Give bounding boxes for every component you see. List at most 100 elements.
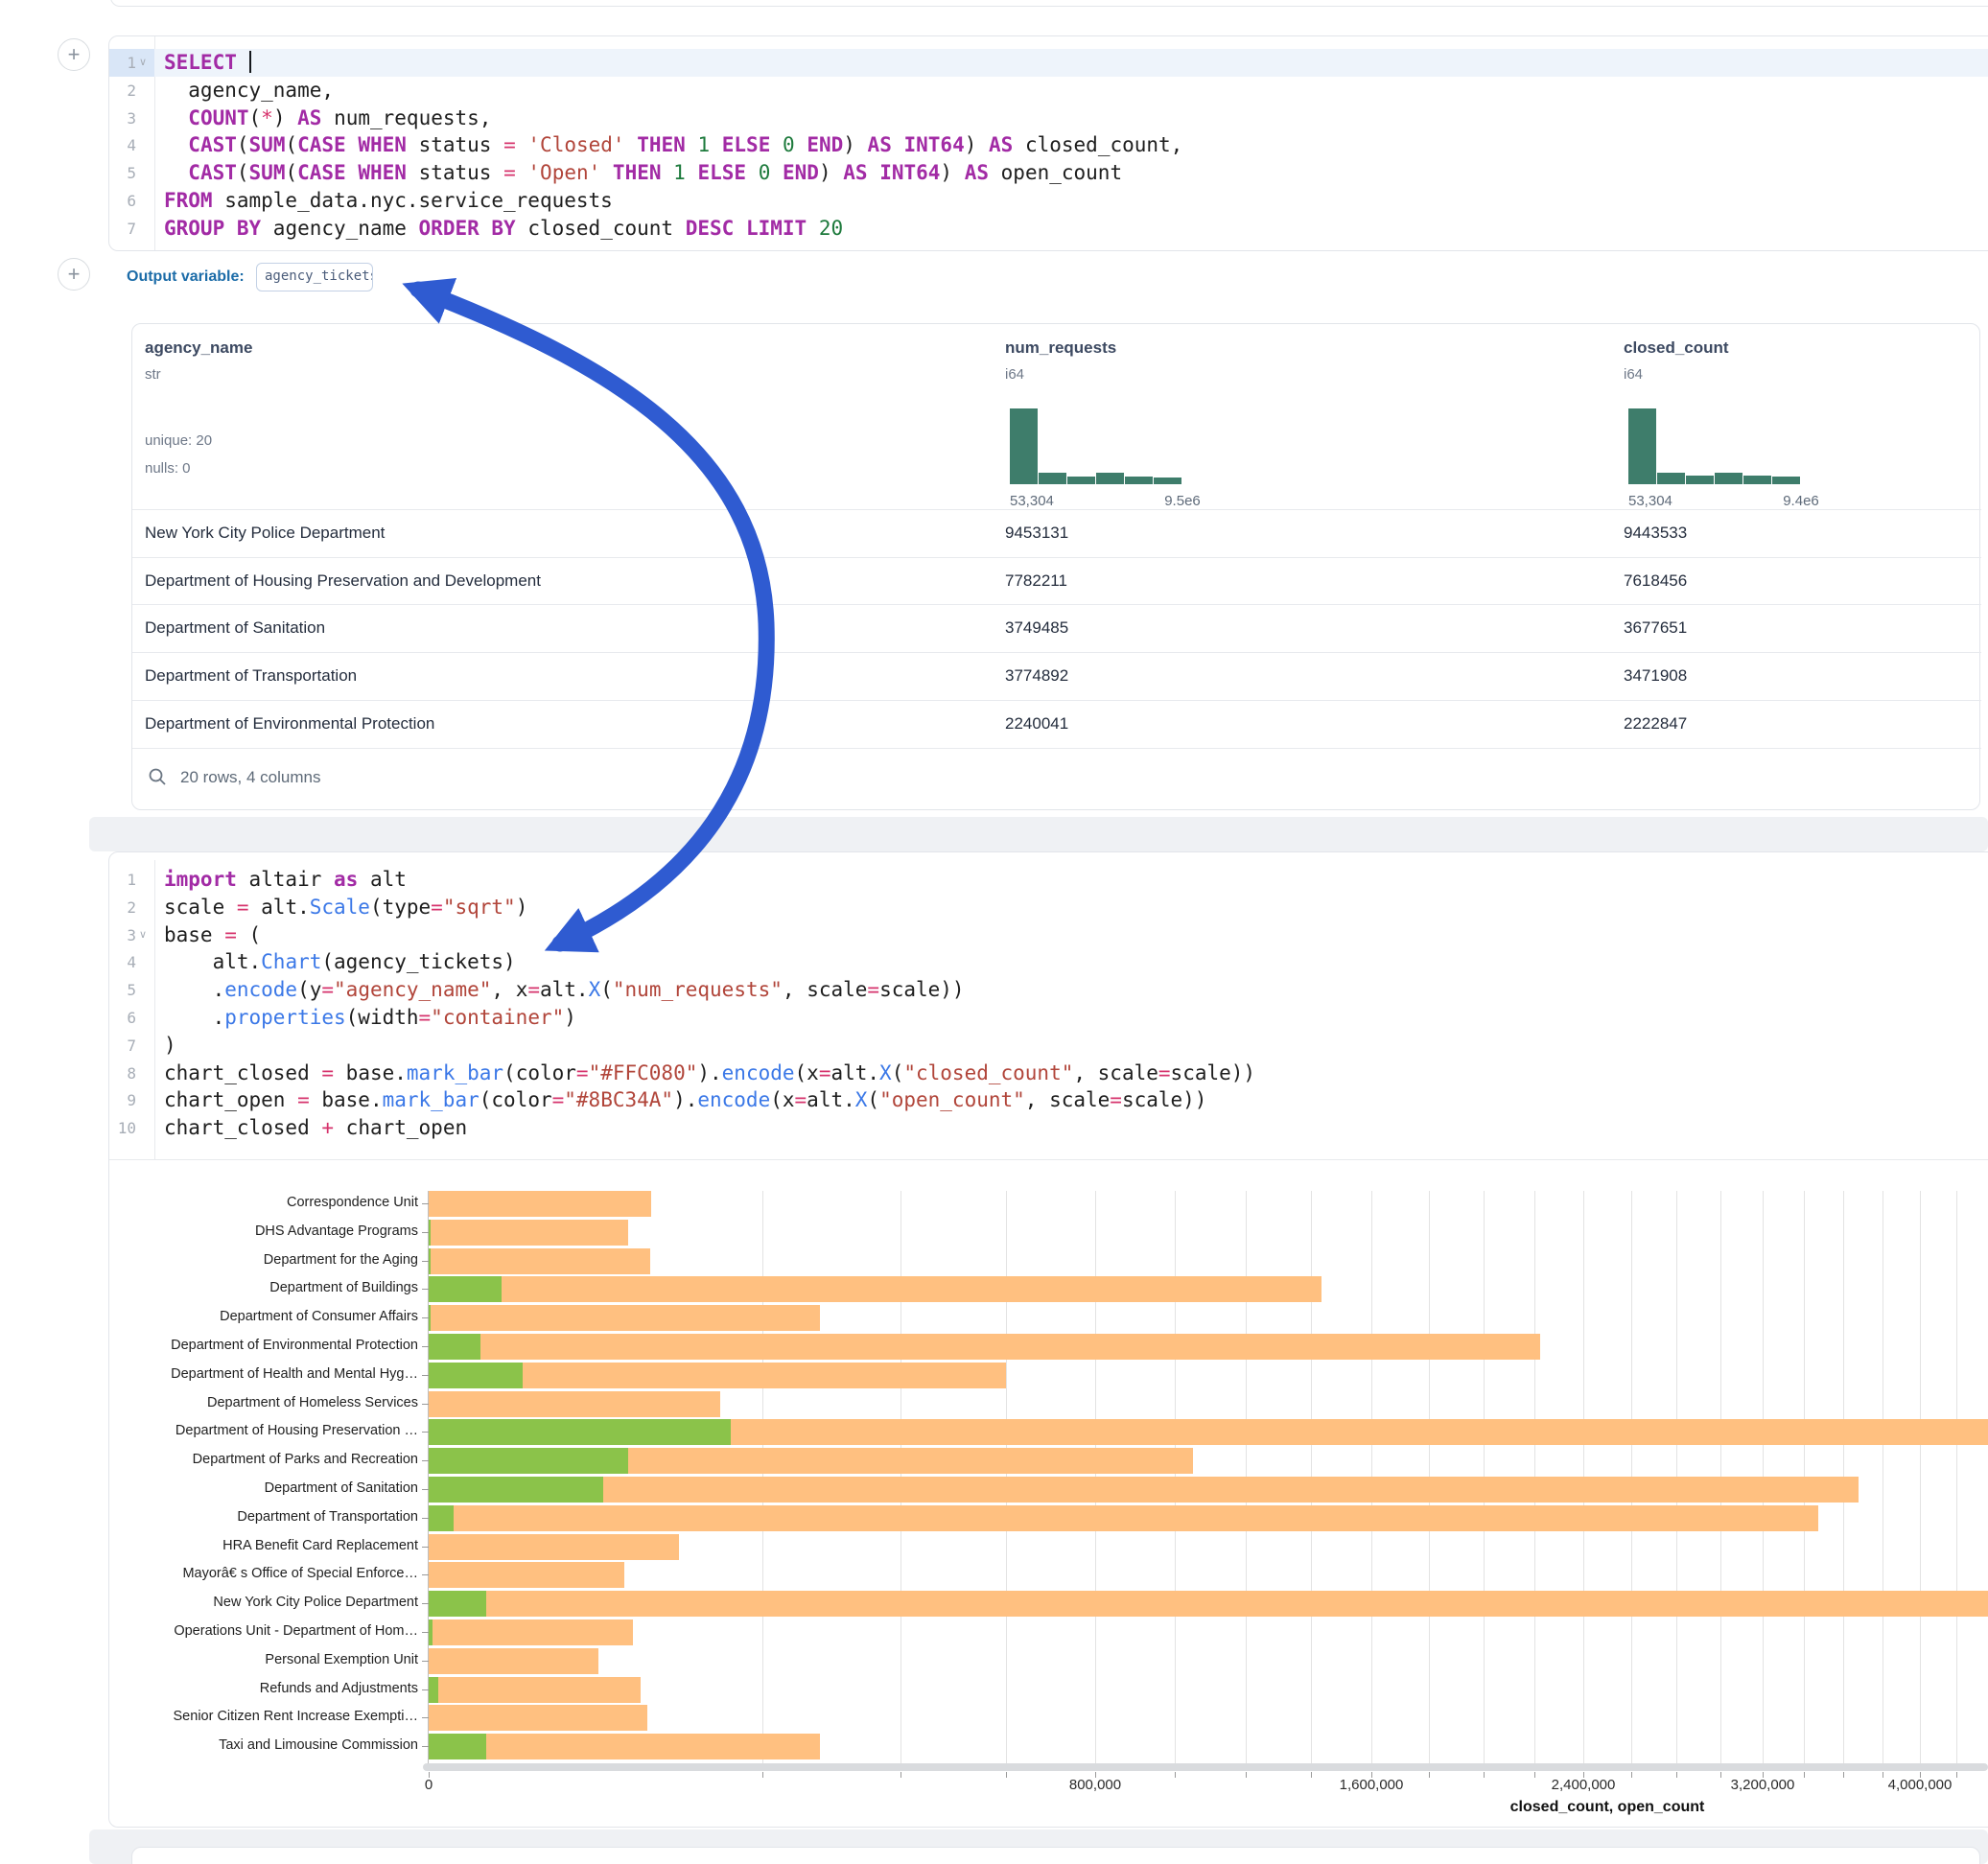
code-token: =	[419, 1006, 432, 1029]
code-token: =	[527, 978, 540, 1001]
code-token: ORDER BY	[419, 217, 516, 240]
search-icon[interactable]	[148, 767, 167, 786]
output-variable-pill[interactable]: agency_tickets	[256, 263, 373, 291]
code-token: status	[407, 161, 503, 184]
fold-chevron-icon[interactable]: ∨	[139, 921, 147, 949]
code-text: CAST(SUM(CASE WHEN status = 'Open' THEN …	[164, 159, 1122, 187]
table-cell: Department of Sanitation	[145, 604, 325, 652]
code-token: THEN	[613, 161, 662, 184]
y-axis-label: Correspondence Unit	[96, 1195, 418, 1210]
x-tick	[1676, 1772, 1677, 1778]
notebook-canvas: + + 1∨SELECT 2 agency_name,3 COUNT(*) AS…	[0, 0, 1988, 1864]
code-token: encode	[224, 978, 297, 1001]
line-number: 6	[109, 1004, 136, 1032]
closed-bar	[429, 1276, 1321, 1302]
x-axis-label: 1,600,000	[1304, 1777, 1438, 1793]
y-axis-label: Department of Consumer Affairs	[96, 1309, 418, 1324]
horizontal-scrollbar[interactable]	[423, 1763, 1988, 1771]
code-token: THEN	[637, 133, 686, 156]
code-line: 6 .properties(width="container")	[109, 1004, 1988, 1032]
x-tick	[1484, 1772, 1485, 1778]
code-token	[892, 133, 904, 156]
code-token: (	[237, 161, 249, 184]
code-token: )	[819, 161, 843, 184]
closed-bar	[429, 1705, 647, 1731]
closed-bar	[429, 1191, 651, 1217]
output-variable-label: Output variable:	[127, 268, 245, 286]
code-token: CASE	[297, 133, 346, 156]
y-axis-label: Operations Unit - Department of Hom…	[96, 1623, 418, 1639]
code-line: 1∨SELECT	[109, 49, 1988, 77]
code-token: (	[892, 1061, 904, 1084]
table-cell: 2222847	[1624, 700, 1687, 748]
column-header[interactable]: closed_count	[1624, 338, 1729, 358]
code-token: (y	[297, 978, 321, 1001]
code-line: 9chart_open = base.mark_bar(color="#8BC3…	[109, 1086, 1988, 1114]
code-token: (	[285, 133, 297, 156]
code-token	[770, 161, 783, 184]
code-token: )	[564, 1006, 576, 1029]
cell-gap-band	[89, 817, 1988, 851]
closed-bar	[429, 1477, 1859, 1503]
fold-chevron-icon[interactable]: ∨	[139, 49, 147, 77]
code-token: closed_count,	[1013, 133, 1182, 156]
hist-bar	[1686, 476, 1714, 484]
line-number: 5	[109, 159, 136, 187]
x-axis-label: 0	[362, 1777, 496, 1793]
hist-min-label: 53,304	[1628, 493, 1672, 509]
sql-editor-cell[interactable]: 1∨SELECT 2 agency_name,3 COUNT(*) AS num…	[108, 35, 1988, 251]
code-token: 20	[819, 217, 843, 240]
code-token	[686, 161, 698, 184]
column-header[interactable]: agency_name	[145, 338, 252, 358]
code-token: =	[321, 1061, 334, 1084]
code-token: import	[164, 868, 237, 891]
hist-bar	[1010, 408, 1038, 484]
line-number: 6	[109, 187, 136, 215]
code-token: X	[589, 978, 601, 1001]
code-token: 0	[783, 133, 795, 156]
code-token: (	[237, 923, 261, 946]
code-token: 1	[697, 133, 710, 156]
code-token: 'Open'	[527, 161, 600, 184]
add-cell-button[interactable]: +	[58, 258, 90, 291]
hist-bar	[1067, 477, 1095, 484]
table-cell: Department of Transportation	[145, 652, 357, 700]
column-header[interactable]: num_requests	[1005, 338, 1116, 358]
y-axis-label: New York City Police Department	[96, 1595, 418, 1610]
code-token: "num_requests"	[613, 978, 783, 1001]
code-token: SUM	[249, 161, 286, 184]
y-axis-label: Personal Exemption Unit	[96, 1652, 418, 1667]
code-token: .	[164, 1006, 224, 1029]
y-tick	[422, 1489, 429, 1490]
line-number: 3	[109, 921, 136, 949]
table-cell: 9453131	[1005, 509, 1068, 557]
hist-max-label: 9.5e6	[1154, 493, 1211, 509]
y-axis-label: Department of Sanitation	[96, 1480, 418, 1496]
y-axis-label: Refunds and Adjustments	[96, 1681, 418, 1696]
code-token: SUM	[249, 133, 286, 156]
next-cell-top	[131, 1847, 1980, 1864]
closed-bar	[429, 1562, 624, 1588]
table-cell: 7782211	[1005, 557, 1067, 605]
code-token: AS	[843, 161, 867, 184]
code-token	[164, 133, 188, 156]
open-bar	[429, 1248, 431, 1274]
code-token: =	[237, 896, 249, 919]
code-token: "#8BC34A"	[564, 1088, 673, 1111]
code-token: base.	[334, 1061, 407, 1084]
code-token: GROUP BY	[164, 217, 261, 240]
code-token: alt	[358, 868, 407, 891]
code-token	[346, 133, 359, 156]
code-token: =	[552, 1088, 565, 1111]
y-tick	[422, 1717, 429, 1718]
code-text: chart_closed = base.mark_bar(color="#FFC…	[164, 1060, 1255, 1087]
code-token: (	[600, 978, 613, 1001]
code-token: num_requests,	[321, 106, 491, 129]
code-line: 3∨base = (	[109, 921, 1988, 949]
code-line: 4 CAST(SUM(CASE WHEN status = 'Closed' T…	[109, 131, 1988, 159]
code-token: .	[164, 978, 224, 1001]
add-cell-button[interactable]: +	[58, 38, 90, 71]
line-number: 1	[109, 866, 136, 894]
code-token	[164, 161, 188, 184]
closed-bar	[429, 1334, 1540, 1360]
